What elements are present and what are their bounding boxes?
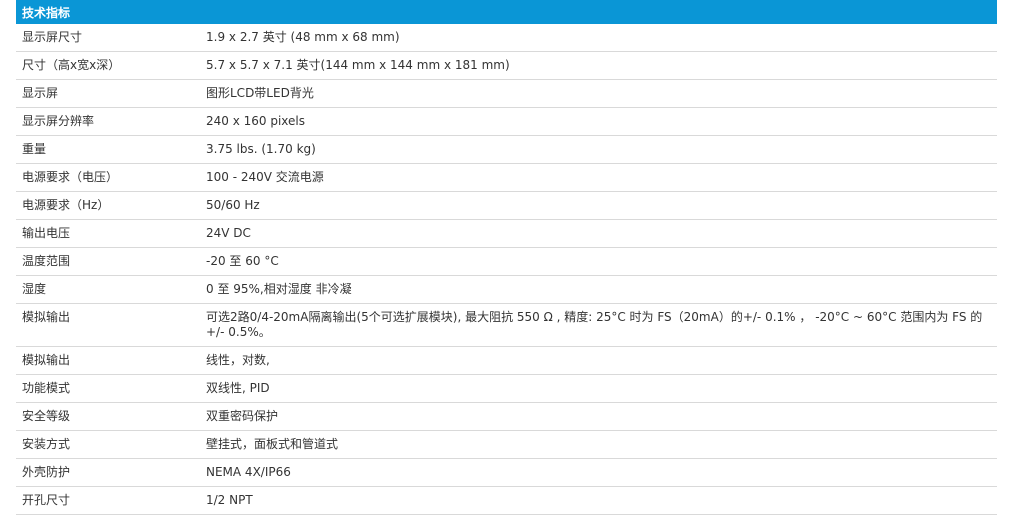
spec-label: 温度范围: [16, 247, 206, 276]
spec-label: 重量: [16, 135, 206, 164]
spec-value: 壁挂式，面板式和管道式: [206, 430, 998, 459]
spec-label: 模拟输出: [16, 303, 206, 347]
spec-value: 可选2路0/4-20mA隔离输出(5个可选扩展模块), 最大阻抗 550 Ω ,…: [206, 303, 998, 347]
table-row: 湿度 0 至 95%,相对湿度 非冷凝: [16, 275, 998, 304]
spec-value: 1.9 x 2.7 英寸 (48 mm x 68 mm): [206, 24, 998, 52]
spec-value: 线性，对数,: [206, 346, 998, 375]
spec-table: 技术指标 显示屏尺寸 1.9 x 2.7 英寸 (48 mm x 68 mm) …: [16, 0, 998, 515]
spec-label: 显示屏分辨率: [16, 107, 206, 136]
spec-label: 模拟输出: [16, 346, 206, 375]
spec-value: 24V DC: [206, 219, 998, 248]
spec-value: 0 至 95%,相对湿度 非冷凝: [206, 275, 998, 304]
spec-label: 开孔尺寸: [16, 486, 206, 515]
table-row: 显示屏尺寸 1.9 x 2.7 英寸 (48 mm x 68 mm): [16, 24, 998, 52]
table-row: 尺寸（高x宽x深） 5.7 x 5.7 x 7.1 英寸(144 mm x 14…: [16, 51, 998, 80]
spec-value: 240 x 160 pixels: [206, 107, 998, 136]
spec-label: 功能模式: [16, 374, 206, 403]
table-row: 电源要求（电压） 100 - 240V 交流电源: [16, 163, 998, 192]
spec-value: 50/60 Hz: [206, 191, 998, 220]
table-row: 显示屏分辨率 240 x 160 pixels: [16, 107, 998, 136]
table-row: 外壳防护 NEMA 4X/IP66: [16, 458, 998, 487]
spec-label: 尺寸（高x宽x深）: [16, 51, 206, 80]
spec-label: 显示屏: [16, 79, 206, 108]
spec-label: 电源要求（Hz）: [16, 191, 206, 220]
table-row: 模拟输出 线性，对数,: [16, 346, 998, 375]
spec-value: 3.75 lbs. (1.70 kg): [206, 135, 998, 164]
spec-value: 100 - 240V 交流电源: [206, 163, 998, 192]
table-row: 功能模式 双线性, PID: [16, 374, 998, 403]
spec-label: 湿度: [16, 275, 206, 304]
spec-label: 安全等级: [16, 402, 206, 431]
table-row: 模拟输出 可选2路0/4-20mA隔离输出(5个可选扩展模块), 最大阻抗 55…: [16, 303, 998, 347]
table-row: 温度范围 -20 至 60 °C: [16, 247, 998, 276]
table-row: 重量 3.75 lbs. (1.70 kg): [16, 135, 998, 164]
spec-label: 显示屏尺寸: [16, 24, 206, 52]
table-row: 显示屏 图形LCD带LED背光: [16, 79, 998, 108]
spec-value: 双重密码保护: [206, 402, 998, 431]
table-row: 电源要求（Hz） 50/60 Hz: [16, 191, 998, 220]
spec-value: -20 至 60 °C: [206, 247, 998, 276]
spec-value: 1/2 NPT: [206, 486, 998, 515]
spec-label: 电源要求（电压）: [16, 163, 206, 192]
spec-value: 5.7 x 5.7 x 7.1 英寸(144 mm x 144 mm x 181…: [206, 51, 998, 80]
spec-value: 双线性, PID: [206, 374, 998, 403]
spec-label: 安装方式: [16, 430, 206, 459]
table-row: 开孔尺寸 1/2 NPT: [16, 486, 998, 515]
spec-value: 图形LCD带LED背光: [206, 79, 998, 108]
table-row: 输出电压 24V DC: [16, 219, 998, 248]
spec-value: NEMA 4X/IP66: [206, 458, 998, 487]
spec-table-header: 技术指标: [16, 0, 998, 24]
spec-label: 输出电压: [16, 219, 206, 248]
table-row: 安全等级 双重密码保护: [16, 402, 998, 431]
spec-label: 外壳防护: [16, 458, 206, 487]
spec-table-title: 技术指标: [16, 0, 998, 24]
table-row: 安装方式 壁挂式，面板式和管道式: [16, 430, 998, 459]
